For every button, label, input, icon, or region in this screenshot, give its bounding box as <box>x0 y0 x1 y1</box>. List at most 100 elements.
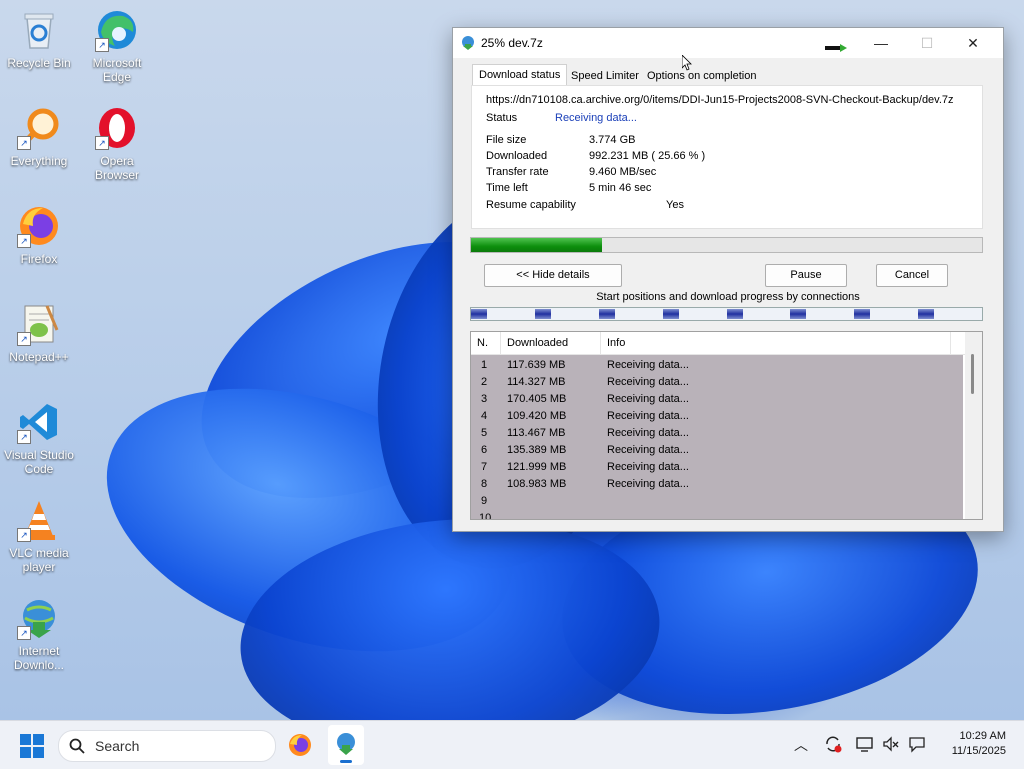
table-row[interactable]: 3 170.405 MB Receiving data... <box>471 391 963 408</box>
tab-speed-limiter[interactable]: Speed Limiter <box>565 66 645 86</box>
maximize-button[interactable]: ☐ <box>904 28 950 58</box>
cell-info: Receiving data... <box>607 427 689 439</box>
tab-download-status[interactable]: Download status <box>472 64 568 87</box>
tray-display-button[interactable] <box>856 735 874 756</box>
table-row[interactable]: 2 114.327 MB Receiving data... <box>471 374 963 391</box>
cell-n: 7 <box>481 461 488 473</box>
connection-segment <box>535 309 551 319</box>
desktop-icon-vscode[interactable]: ↗ Visual Studio Code <box>1 400 77 476</box>
cell-info: Receiving data... <box>607 478 689 490</box>
cancel-button[interactable]: Cancel <box>876 264 948 287</box>
desktop-icon-recycle-bin[interactable]: Recycle Bin <box>1 8 77 70</box>
start-button[interactable] <box>20 734 44 758</box>
clock-time: 10:29 AM <box>959 730 1006 742</box>
tab-options-on-completion[interactable]: Options on completion <box>641 66 762 86</box>
status-value: Receiving data... <box>555 112 637 124</box>
time-left-label: Time left <box>486 182 528 194</box>
download-arrow-icon <box>825 44 847 52</box>
desktop-icon-vlc[interactable]: ↗ VLC media player <box>1 498 77 574</box>
icon-label: Notepad++ <box>9 350 69 364</box>
idm-taskbar-button[interactable] <box>328 725 364 765</box>
desktop-icon-opera[interactable]: ↗ Opera Browser <box>79 106 155 182</box>
opera-icon: ↗ <box>95 106 139 150</box>
shortcut-arrow-icon: ↗ <box>95 136 109 150</box>
time-left-value: 5 min 46 sec <box>589 182 652 194</box>
tray-volume-button[interactable] <box>882 735 900 756</box>
search-icon <box>69 738 85 754</box>
taskbar-search-box[interactable]: Search <box>58 730 276 762</box>
table-row[interactable]: 9 <box>471 493 963 510</box>
hide-details-button[interactable]: << Hide details <box>484 264 622 287</box>
table-row[interactable]: 5 113.467 MB Receiving data... <box>471 425 963 442</box>
icon-label: VLC media player <box>9 546 69 574</box>
desktop-icon-notepad-plus-plus[interactable]: ↗ Notepad++ <box>1 302 77 364</box>
cell-downloaded: 170.405 MB <box>507 393 567 405</box>
resume-capability-label: Resume capability <box>486 199 576 211</box>
monitor-icon <box>856 737 873 752</box>
column-header-n[interactable]: N. <box>471 332 501 354</box>
cell-n: 5 <box>481 427 488 439</box>
firefox-taskbar-button[interactable] <box>288 733 312 757</box>
download-details-panel: https://dn710108.ca.archive.org/0/items/… <box>471 85 983 229</box>
minimize-button[interactable]: — <box>858 28 904 58</box>
connection-segment <box>599 309 615 319</box>
cell-n: 6 <box>481 444 488 456</box>
scrollbar-thumb[interactable] <box>971 354 974 394</box>
close-button[interactable]: ✕ <box>950 28 996 58</box>
table-row[interactable]: 1 117.639 MB Receiving data... <box>471 357 963 374</box>
table-row[interactable]: 10 <box>471 510 963 519</box>
tray-notification-button[interactable] <box>908 735 926 756</box>
desktop-icon-firefox[interactable]: ↗ Firefox <box>1 204 77 266</box>
icon-label: Firefox <box>20 252 58 266</box>
table-row[interactable]: 6 135.389 MB Receiving data... <box>471 442 963 459</box>
show-hidden-icons-button[interactable]: ︿ <box>794 735 808 755</box>
downloaded-value: 992.231 MB ( 25.66 % ) <box>589 150 706 162</box>
shortcut-arrow-icon: ↗ <box>17 234 31 248</box>
transfer-rate-label: Transfer rate <box>486 166 549 178</box>
connection-segment <box>854 309 870 319</box>
progress-fill <box>471 238 603 252</box>
search-placeholder: Search <box>95 738 140 754</box>
cell-n: 3 <box>481 393 488 405</box>
download-progress-window[interactable]: 25% dev.7z — ☐ ✕ Download status Speed L… <box>452 27 1004 532</box>
connection-segment <box>918 309 934 319</box>
icon-label: Everything <box>10 154 68 168</box>
cell-info: Receiving data... <box>607 376 689 388</box>
chevron-up-icon: ︿ <box>794 737 808 753</box>
table-row[interactable]: 8 108.983 MB Receiving data... <box>471 476 963 493</box>
cell-info: Receiving data... <box>607 393 689 405</box>
desktop-icon-microsoft-edge[interactable]: ↗ Microsoft Edge <box>79 8 155 84</box>
table-row[interactable]: 7 121.999 MB Receiving data... <box>471 459 963 476</box>
file-size-label: File size <box>486 134 527 146</box>
cell-info: Receiving data... <box>607 444 689 456</box>
pause-button[interactable]: Pause <box>765 264 847 287</box>
column-header-info[interactable]: Info <box>601 332 951 354</box>
desktop-icon-idm[interactable]: ↗ Internet Downlo... <box>1 596 77 672</box>
cell-downloaded: 114.327 MB <box>507 376 566 388</box>
search-magnifier-icon: ↗ <box>17 106 61 150</box>
shortcut-arrow-icon: ↗ <box>17 332 31 346</box>
resume-capability-value: Yes <box>666 199 684 211</box>
cell-n: 9 <box>481 495 488 507</box>
vlc-icon: ↗ <box>17 498 61 542</box>
title-bar[interactable]: 25% dev.7z — ☐ ✕ <box>453 28 1003 58</box>
connection-segment <box>790 309 806 319</box>
window-title: 25% dev.7z <box>481 36 543 50</box>
column-header-downloaded[interactable]: Downloaded <box>501 332 601 354</box>
downloaded-label: Downloaded <box>486 150 548 162</box>
cell-n: 2 <box>481 376 488 388</box>
download-progress-bar <box>470 237 983 253</box>
connections-caption: Start positions and download progress by… <box>596 291 860 303</box>
edge-icon: ↗ <box>95 8 139 52</box>
shortcut-arrow-icon: ↗ <box>17 430 31 444</box>
table-row[interactable]: 4 109.420 MB Receiving data... <box>471 408 963 425</box>
desktop-icon-everything[interactable]: ↗ Everything <box>1 106 77 168</box>
taskbar-clock[interactable]: 10:29 AM 11/15/2025 <box>952 729 1006 759</box>
tray-sync-button[interactable] <box>824 735 842 756</box>
cell-downloaded: 108.983 MB <box>507 478 567 490</box>
shortcut-arrow-icon: ↗ <box>95 38 109 52</box>
cell-downloaded: 135.389 MB <box>507 444 567 456</box>
download-url: https://dn710108.ca.archive.org/0/items/… <box>486 94 954 106</box>
connections-table[interactable]: N. Downloaded Info 1 117.639 MB Receiving … <box>470 331 983 520</box>
vertical-scrollbar[interactable] <box>965 332 982 519</box>
